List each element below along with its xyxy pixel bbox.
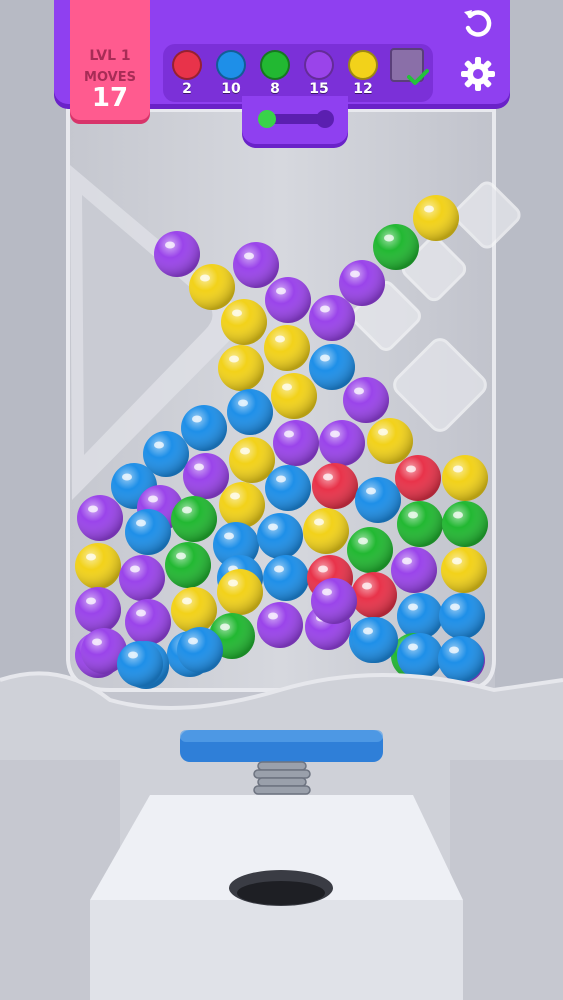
goal-green: 8	[257, 50, 293, 97]
checkmark-icon	[407, 69, 429, 85]
yellow-ball	[75, 543, 121, 589]
settings-button[interactable]	[456, 54, 500, 98]
progress-start-marker	[258, 110, 276, 128]
blue-ball	[227, 389, 273, 435]
goal-purple: 15	[301, 50, 337, 97]
restart-button[interactable]	[456, 4, 500, 48]
moves-label: MOVES	[84, 70, 136, 85]
red-ball	[351, 572, 397, 618]
yellow-ball	[219, 482, 265, 528]
goal-glass-block	[389, 48, 429, 85]
blue-ball	[355, 477, 401, 523]
yellow-ball	[367, 418, 413, 464]
yellow-ball	[303, 508, 349, 554]
purple-ball	[265, 277, 311, 323]
blue-ball-icon	[216, 50, 246, 80]
blue-ball	[439, 593, 485, 639]
goal-yellow: 12	[345, 50, 381, 97]
purple-ball	[125, 599, 171, 645]
level-label: LVL 1	[89, 48, 131, 64]
blue-ball	[352, 617, 398, 663]
green-ball-icon	[260, 50, 290, 80]
green-ball	[442, 501, 488, 547]
blue-ball	[125, 509, 171, 555]
green-ball	[171, 496, 217, 542]
purple-ball	[339, 260, 385, 306]
level-card: LVL 1 MOVES 17	[70, 0, 150, 120]
green-ball	[347, 527, 393, 573]
purple-ball	[119, 555, 165, 601]
goal-red: 2	[169, 50, 205, 97]
blue-ball	[177, 627, 223, 673]
purple-ball	[75, 587, 121, 633]
yellow-ball	[189, 264, 235, 310]
moves-count: 17	[91, 83, 129, 113]
purple-ball	[309, 295, 355, 341]
yellow-ball	[229, 437, 275, 483]
blue-ball	[397, 633, 443, 679]
purple-ball	[273, 420, 319, 466]
green-ball	[397, 501, 443, 547]
goal-count: 15	[309, 81, 329, 97]
yellow-ball-icon	[348, 50, 378, 80]
blue-ball	[397, 593, 443, 639]
purple-ball	[391, 547, 437, 593]
purple-ball	[257, 602, 303, 648]
purple-ball	[77, 495, 123, 541]
goal-count: 8	[270, 81, 280, 97]
restart-icon	[464, 10, 492, 37]
progress-end-marker	[316, 110, 334, 128]
yellow-ball	[264, 325, 310, 371]
level-progress-tab	[242, 96, 348, 144]
purple-ball	[311, 578, 357, 624]
yellow-ball	[441, 547, 487, 593]
purple-ball	[233, 242, 279, 288]
purple-ball	[343, 377, 389, 423]
yellow-ball	[171, 587, 217, 633]
red-ball	[312, 463, 358, 509]
goal-blue: 10	[213, 50, 249, 97]
purple-ball	[154, 231, 200, 277]
yellow-ball	[221, 299, 267, 345]
blue-ball	[117, 641, 163, 687]
red-ball	[395, 455, 441, 501]
blue-ball	[438, 636, 484, 682]
blue-ball	[309, 344, 355, 390]
yellow-ball	[217, 569, 263, 615]
yellow-ball	[218, 345, 264, 391]
blue-ball	[181, 405, 227, 451]
progress-track	[258, 110, 334, 128]
green-ball	[373, 224, 419, 270]
goal-count: 2	[182, 81, 192, 97]
yellow-ball	[271, 373, 317, 419]
yellow-ball	[413, 195, 459, 241]
goal-count: 10	[221, 81, 241, 97]
yellow-ball	[442, 455, 488, 501]
game-scene	[0, 0, 563, 1000]
purple-ball	[183, 453, 229, 499]
purple-ball	[319, 420, 365, 466]
gear-icon	[461, 57, 495, 91]
blue-ball	[257, 513, 303, 559]
purple-ball-icon	[304, 50, 334, 80]
plunger-spring	[253, 761, 311, 795]
blue-ball	[263, 555, 309, 601]
green-ball	[165, 542, 211, 588]
blue-ball	[265, 465, 311, 511]
goal-panel: 2 10 8 15 12	[163, 44, 433, 102]
goal-count: 12	[353, 81, 373, 97]
red-ball-icon	[172, 50, 202, 80]
